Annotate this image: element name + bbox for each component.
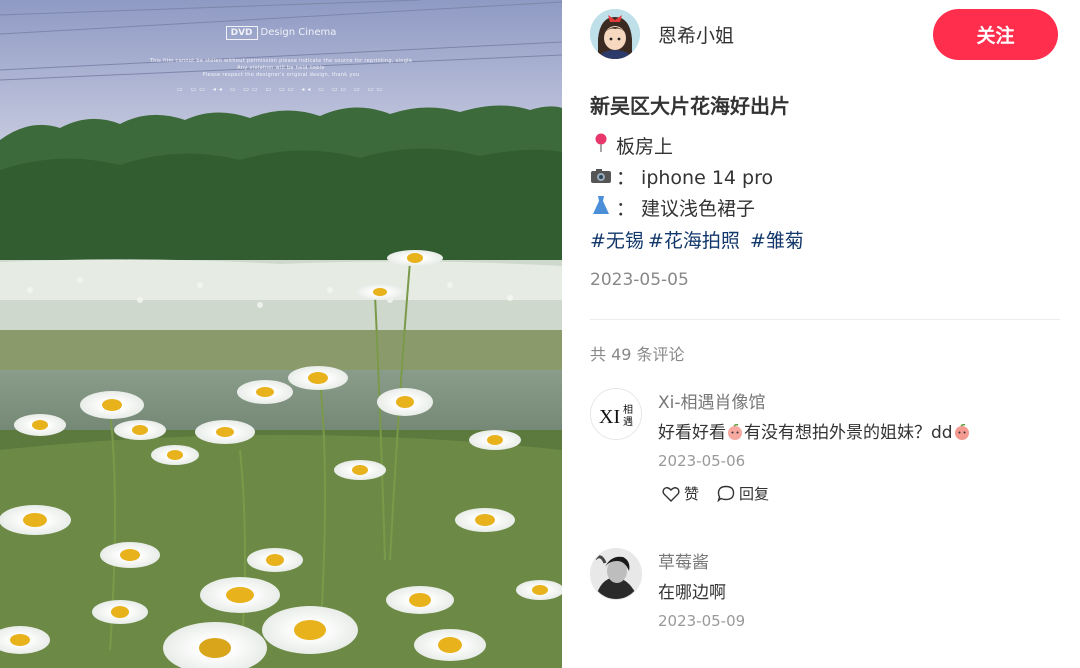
avatar-cartoon-girl-icon: [590, 9, 640, 59]
heart-icon: [662, 486, 680, 502]
watermark-symbols: ▭ ▭▭ ◂◂ ▭ ▭▭ ▭ ▭▭ ◂◂ ▭ ▭▭ ▭ ▭▭: [176, 86, 386, 93]
reply-label: 回复: [739, 485, 770, 503]
post-description: 板房上 ： iphone 14 pro ： 建议浅色裙子: [590, 132, 773, 225]
svg-text:相: 相: [623, 403, 633, 416]
dress-icon: [590, 194, 612, 225]
pin-icon: [590, 132, 612, 163]
post-photo[interactable]: DVD Design Cinema This film cannot be sto…: [0, 0, 562, 668]
comment-text: 在哪边啊: [658, 583, 726, 603]
reply-button[interactable]: 回复: [717, 483, 769, 504]
watermark-logo: DVD Design Cinema: [0, 26, 562, 40]
post-tags: #无锡 #花海拍照 #雏菊: [590, 226, 808, 253]
camera-row: ： iphone 14 pro: [590, 163, 773, 194]
chat-bubble-icon: [717, 485, 735, 502]
tag-link[interactable]: #雏菊: [750, 230, 804, 252]
tag-link[interactable]: #花海拍照: [648, 230, 740, 252]
comment-item: XI 相 遇 Xi-相遇肖像馆 好看好看 有没有想拍外景的姐妹？dd 2023-0…: [590, 388, 1060, 518]
comment-count: 共 49 条评论: [590, 345, 685, 364]
watermark-text: This film cannot be stolen without permi…: [149, 58, 413, 78]
author-name[interactable]: 恩希小姐: [658, 21, 734, 48]
peach-emoji-icon: [728, 423, 742, 440]
camera-icon: [590, 163, 612, 194]
commenter-avatar[interactable]: XI 相 遇: [590, 388, 642, 440]
like-button[interactable]: 赞: [662, 483, 699, 504]
follow-button[interactable]: 关注: [933, 9, 1058, 60]
comment-text: 好看好看 有没有想拍外景的姐妹？dd: [658, 418, 971, 443]
commenter-avatar[interactable]: [590, 548, 642, 600]
comment-actions: 赞 回复: [662, 483, 769, 504]
post-detail-panel: 恩希小姐 关注 新吴区大片花海好出片 板房上 ： iphone 14 pro ：…: [562, 0, 1080, 668]
svg-text:遇: 遇: [623, 416, 633, 428]
comment-date: 2023-05-09: [658, 612, 746, 630]
post-date: 2023-05-05: [590, 270, 689, 290]
location-row: 板房上: [590, 132, 773, 163]
bw-portrait-avatar: [591, 549, 641, 599]
divider: [590, 319, 1060, 320]
author-info[interactable]: 恩希小姐: [590, 8, 734, 60]
comment-item: 草莓酱 在哪边啊 2023-05-09: [590, 548, 1060, 668]
commenter-name[interactable]: 草莓酱: [658, 548, 709, 573]
tag-link[interactable]: #无锡: [590, 230, 644, 252]
location-text: 板房上: [616, 136, 674, 158]
post-title: 新吴区大片花海好出片: [590, 94, 790, 118]
like-label: 赞: [684, 485, 700, 503]
camera-text: ： iphone 14 pro: [616, 167, 774, 189]
comment-date: 2023-05-06: [658, 452, 746, 470]
dress-row: ： 建议浅色裙子: [590, 194, 773, 225]
dress-text: ： 建议浅色裙子: [616, 198, 756, 220]
peach-emoji-icon: [954, 423, 969, 440]
commenter-name[interactable]: Xi-相遇肖像馆: [658, 388, 766, 413]
daisy-field-image: [0, 0, 562, 668]
svg-text:XI: XI: [599, 406, 620, 428]
xi-logo-avatar: XI 相 遇: [591, 389, 641, 439]
author-avatar[interactable]: [590, 9, 640, 59]
